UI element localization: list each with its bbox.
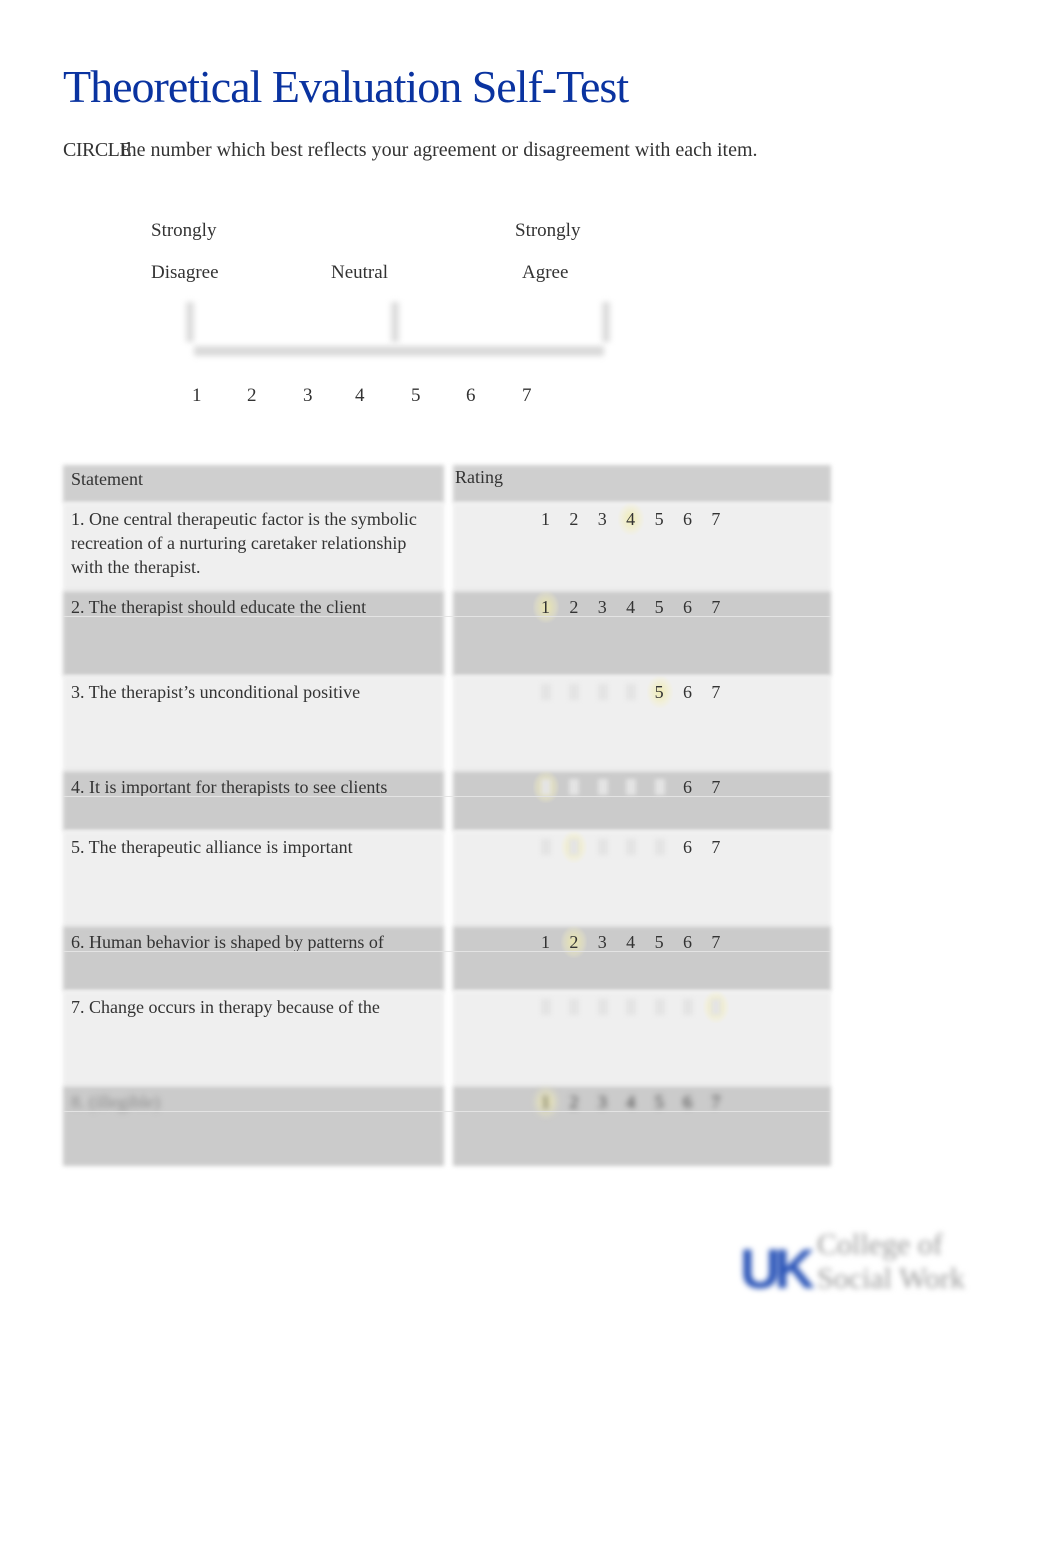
rating-options: 1234567 bbox=[541, 831, 740, 863]
rating-option-6[interactable]: 6 bbox=[683, 995, 711, 1019]
rating-option-5[interactable]: 5 bbox=[655, 995, 683, 1019]
rating-cell: 1234567 bbox=[453, 991, 831, 1086]
rating-option-1[interactable]: 1 bbox=[541, 507, 569, 531]
uk-logo-mark-icon: UK bbox=[740, 1237, 815, 1300]
rating-option-4[interactable]: 4 bbox=[626, 835, 654, 859]
instruction-text: CIRCLEthe number which best reflects you… bbox=[63, 139, 758, 162]
rating-option-3[interactable]: 3 bbox=[598, 507, 626, 531]
rating-cell: 1234567 bbox=[453, 676, 831, 771]
scale-label-disagree: Disagree bbox=[151, 262, 219, 283]
statement-cell: 5. The therapeutic alliance is important bbox=[63, 831, 444, 926]
scale-tick-left bbox=[186, 302, 194, 342]
statement-cell: 6. Human behavior is shaped by patterns … bbox=[63, 926, 444, 991]
scale-number-6: 6 bbox=[466, 385, 476, 406]
rating-option-4[interactable]: 4 bbox=[618, 503, 654, 535]
rating-option-4[interactable]: 4 bbox=[626, 995, 654, 1019]
rating-cell: 1234567 bbox=[453, 926, 831, 991]
statement-text: 5. The therapeutic alliance is important bbox=[71, 837, 353, 857]
header-rating-cell: Rating bbox=[453, 465, 831, 503]
statement-text: 8. (illegible) bbox=[71, 1092, 160, 1112]
rating-option-1[interactable]: 1 bbox=[541, 680, 569, 704]
statement-cell: 7. Change occurs in therapy because of t… bbox=[63, 991, 444, 1086]
table-row: 6. Human behavior is shaped by patterns … bbox=[63, 926, 831, 991]
rating-options: 1234567 bbox=[541, 503, 740, 535]
header-rating: Rating bbox=[455, 467, 503, 487]
table-row: 3. The therapist’s unconditional positiv… bbox=[63, 676, 831, 771]
table-row: 4. It is important for therapists to see… bbox=[63, 771, 831, 831]
rating-option-4[interactable]: 4 bbox=[626, 680, 654, 704]
statement-cell: 8. (illegible) bbox=[63, 1086, 444, 1166]
rating-option-6[interactable]: 6 bbox=[683, 835, 711, 859]
scale-label-strongly-disagree-top: Strongly bbox=[151, 220, 217, 241]
self-test-table: Statement Rating 1. One central therapeu… bbox=[63, 465, 831, 1166]
table-row: 1. One central therapeutic factor is the… bbox=[63, 503, 831, 591]
rating-option-5[interactable]: 5 bbox=[655, 507, 683, 531]
rating-option-2[interactable]: 2 bbox=[569, 680, 597, 704]
rating-cell: 1234567 bbox=[453, 591, 831, 676]
rating-option-6[interactable]: 6 bbox=[683, 680, 711, 704]
page-title: Theoretical Evaluation Self-Test bbox=[63, 61, 629, 112]
statement-cell: 2. The therapist should educate the clie… bbox=[63, 591, 444, 676]
rating-option-3[interactable]: 3 bbox=[598, 995, 626, 1019]
table-header-row: Statement Rating bbox=[63, 465, 831, 503]
statement-cell: 1. One central therapeutic factor is the… bbox=[63, 503, 444, 591]
rating-cell: 1234567 bbox=[453, 771, 831, 831]
statement-text: 6. Human behavior is shaped by patterns … bbox=[71, 932, 384, 952]
statement-cell: 3. The therapist’s unconditional positiv… bbox=[63, 676, 444, 771]
rating-option-7[interactable]: 7 bbox=[703, 991, 739, 1023]
rating-option-7[interactable]: 7 bbox=[711, 507, 739, 531]
scale-number-7: 7 bbox=[522, 385, 532, 406]
scale-bracket bbox=[186, 302, 612, 366]
scale-tick-middle bbox=[391, 302, 399, 342]
rating-option-3[interactable]: 3 bbox=[598, 680, 626, 704]
rating-option-1[interactable]: 1 bbox=[541, 995, 569, 1019]
statement-text: 2. The therapist should educate the clie… bbox=[71, 597, 367, 617]
scale-label-strongly-agree-top: Strongly bbox=[515, 220, 581, 241]
instruction-body: the number which best reflects your agre… bbox=[121, 139, 758, 161]
rating-option-1[interactable]: 1 bbox=[541, 835, 569, 859]
statement-text: 4. It is important for therapists to see… bbox=[71, 777, 388, 797]
scale-number-1: 1 bbox=[192, 385, 202, 406]
statement-text: 3. The therapist’s unconditional positiv… bbox=[71, 682, 361, 702]
scale-label-neutral: Neutral bbox=[331, 262, 388, 283]
rating-option-7[interactable]: 7 bbox=[711, 680, 739, 704]
rating-options: 1234567 bbox=[541, 991, 740, 1023]
scale-number-2: 2 bbox=[247, 385, 257, 406]
table-row: 5. The therapeutic alliance is important… bbox=[63, 831, 831, 926]
statement-cell: 4. It is important for therapists to see… bbox=[63, 771, 444, 831]
scale-number-5: 5 bbox=[411, 385, 421, 406]
statement-text: 7. Change occurs in therapy because of t… bbox=[71, 997, 380, 1017]
scale-number-4: 4 bbox=[355, 385, 365, 406]
table-row: 8. (illegible) 1 2 3 4 5 6 7 bbox=[63, 1086, 831, 1166]
college-logo: UK College of Social Work bbox=[735, 1228, 1005, 1303]
rating-option-3[interactable]: 3 bbox=[598, 835, 626, 859]
header-statement: Statement bbox=[71, 469, 143, 489]
table-row: 2. The therapist should educate the clie… bbox=[63, 591, 831, 676]
rating-option-2[interactable]: 2 bbox=[561, 831, 597, 863]
scale-number-3: 3 bbox=[303, 385, 313, 406]
scale-tick-right bbox=[602, 302, 610, 342]
rating-option-5[interactable]: 5 bbox=[655, 835, 683, 859]
logo-line-2: Social Work bbox=[817, 1262, 965, 1295]
logo-line-1: College of bbox=[817, 1228, 943, 1261]
rating-option-6[interactable]: 6 bbox=[683, 507, 711, 531]
logo-text: College of Social Work bbox=[817, 1228, 965, 1296]
rating-option-2[interactable]: 2 bbox=[569, 995, 597, 1019]
statement-text: 1. One central therapeutic factor is the… bbox=[71, 509, 417, 577]
rating-options: 1234567 bbox=[541, 676, 740, 708]
rating-option-5[interactable]: 5 bbox=[646, 676, 683, 708]
scale-label-agree: Agree bbox=[522, 262, 569, 283]
rating-cell: 1234567 bbox=[453, 831, 831, 926]
table-row: 7. Change occurs in therapy because of t… bbox=[63, 991, 831, 1086]
rating-option-2[interactable]: 2 bbox=[569, 507, 597, 531]
rating-cell: 1234567 bbox=[453, 1086, 831, 1166]
scale-bar bbox=[194, 346, 604, 356]
rating-option-7[interactable]: 7 bbox=[711, 835, 739, 859]
rating-cell: 1234567 bbox=[453, 503, 831, 591]
